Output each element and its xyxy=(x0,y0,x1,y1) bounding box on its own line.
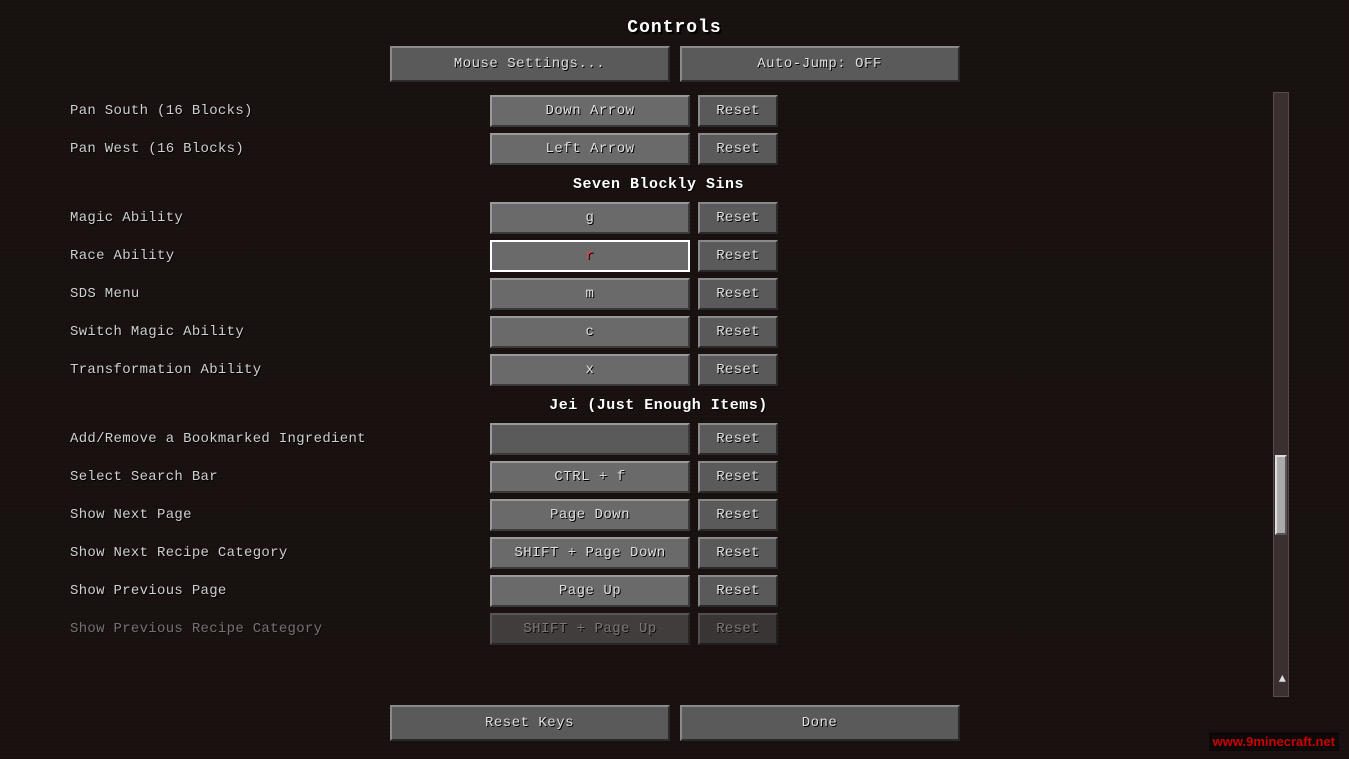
reset-button[interactable]: Reset xyxy=(698,575,778,607)
scrollbar-thumb[interactable] xyxy=(1275,455,1287,535)
bottom-buttons-row: Reset Keys Done xyxy=(60,697,1289,751)
main-container: Controls Mouse Settings... Auto-Jump: OF… xyxy=(0,0,1349,759)
control-label: Race Ability xyxy=(60,248,490,264)
key-binding-button[interactable]: x xyxy=(490,354,690,386)
key-text: r xyxy=(586,248,595,264)
control-label: Pan West (16 Blocks) xyxy=(60,141,490,157)
control-label: Show Next Recipe Category xyxy=(60,545,490,561)
key-binding-button[interactable] xyxy=(490,423,690,455)
key-binding-button[interactable]: g xyxy=(490,202,690,234)
scroll-content: Pan South (16 Blocks) Down Arrow Reset P… xyxy=(60,92,1273,697)
scrollbar-cursor: ▲ xyxy=(1279,672,1286,686)
reset-button[interactable]: Reset xyxy=(698,423,778,455)
key-binding-button[interactable]: c xyxy=(490,316,690,348)
section-header-sbs: Seven Blockly Sins xyxy=(60,168,1257,199)
reset-button[interactable]: Reset xyxy=(698,202,778,234)
table-row: Transformation Ability x Reset xyxy=(60,351,1257,389)
scrollbar-track[interactable]: ▲ xyxy=(1273,92,1289,697)
key-binding-button[interactable]: SHIFT + Page Up xyxy=(490,613,690,645)
table-row: Show Next Recipe Category SHIFT + Page D… xyxy=(60,534,1257,572)
reset-button[interactable]: Reset xyxy=(698,537,778,569)
reset-keys-button[interactable]: Reset Keys xyxy=(390,705,670,741)
control-label: Show Previous Recipe Category xyxy=(60,621,490,637)
key-binding-button[interactable]: Page Down xyxy=(490,499,690,531)
key-binding-button[interactable]: CTRL + f xyxy=(490,461,690,493)
key-binding-button[interactable]: Down Arrow xyxy=(490,95,690,127)
reset-button[interactable]: Reset xyxy=(698,613,778,645)
control-label: Transformation Ability xyxy=(60,362,490,378)
reset-button[interactable]: Reset xyxy=(698,240,778,272)
table-row: Show Previous Page Page Up Reset xyxy=(60,572,1257,610)
key-binding-button[interactable]: Left Arrow xyxy=(490,133,690,165)
control-label: Select Search Bar xyxy=(60,469,490,485)
table-row: Show Next Page Page Down Reset xyxy=(60,496,1257,534)
reset-button[interactable]: Reset xyxy=(698,95,778,127)
reset-button[interactable]: Reset xyxy=(698,316,778,348)
table-row: Pan West (16 Blocks) Left Arrow Reset xyxy=(60,130,1257,168)
reset-button[interactable]: Reset xyxy=(698,461,778,493)
table-row: Switch Magic Ability c Reset xyxy=(60,313,1257,351)
top-buttons-row: Mouse Settings... Auto-Jump: OFF xyxy=(60,46,1289,82)
map-controls-section: Pan South (16 Blocks) Down Arrow Reset P… xyxy=(60,92,1257,168)
section-header-jei: Jei (Just Enough Items) xyxy=(60,389,1257,420)
control-label: SDS Menu xyxy=(60,286,490,302)
content-area: Pan South (16 Blocks) Down Arrow Reset P… xyxy=(60,92,1289,697)
reset-button[interactable]: Reset xyxy=(698,354,778,386)
control-label: Magic Ability xyxy=(60,210,490,226)
done-button[interactable]: Done xyxy=(680,705,960,741)
key-binding-button[interactable]: r xyxy=(490,240,690,272)
key-binding-button[interactable]: m xyxy=(490,278,690,310)
table-row: Pan South (16 Blocks) Down Arrow Reset xyxy=(60,92,1257,130)
page-title: Controls xyxy=(60,8,1289,46)
control-label: Pan South (16 Blocks) xyxy=(60,103,490,119)
control-label: Show Previous Page xyxy=(60,583,490,599)
jei-section: Jei (Just Enough Items) Add/Remove a Boo… xyxy=(60,389,1257,648)
table-row: Show Previous Recipe Category SHIFT + Pa… xyxy=(60,610,1257,648)
auto-jump-button[interactable]: Auto-Jump: OFF xyxy=(680,46,960,82)
watermark: www.9minecraft.net xyxy=(1209,732,1339,751)
table-row: SDS Menu m Reset xyxy=(60,275,1257,313)
table-row: Magic Ability g Reset xyxy=(60,199,1257,237)
control-label: Show Next Page xyxy=(60,507,490,523)
table-row: Add/Remove a Bookmarked Ingredient Reset xyxy=(60,420,1257,458)
reset-button[interactable]: Reset xyxy=(698,133,778,165)
mouse-settings-button[interactable]: Mouse Settings... xyxy=(390,46,670,82)
control-label: Add/Remove a Bookmarked Ingredient xyxy=(60,431,490,447)
reset-button[interactable]: Reset xyxy=(698,278,778,310)
key-binding-button[interactable]: Page Up xyxy=(490,575,690,607)
seven-blockly-sins-section: Seven Blockly Sins Magic Ability g Reset… xyxy=(60,168,1257,389)
control-label: Switch Magic Ability xyxy=(60,324,490,340)
table-row: Race Ability r Reset xyxy=(60,237,1257,275)
table-row: Select Search Bar CTRL + f Reset xyxy=(60,458,1257,496)
key-binding-button[interactable]: SHIFT + Page Down xyxy=(490,537,690,569)
reset-button[interactable]: Reset xyxy=(698,499,778,531)
